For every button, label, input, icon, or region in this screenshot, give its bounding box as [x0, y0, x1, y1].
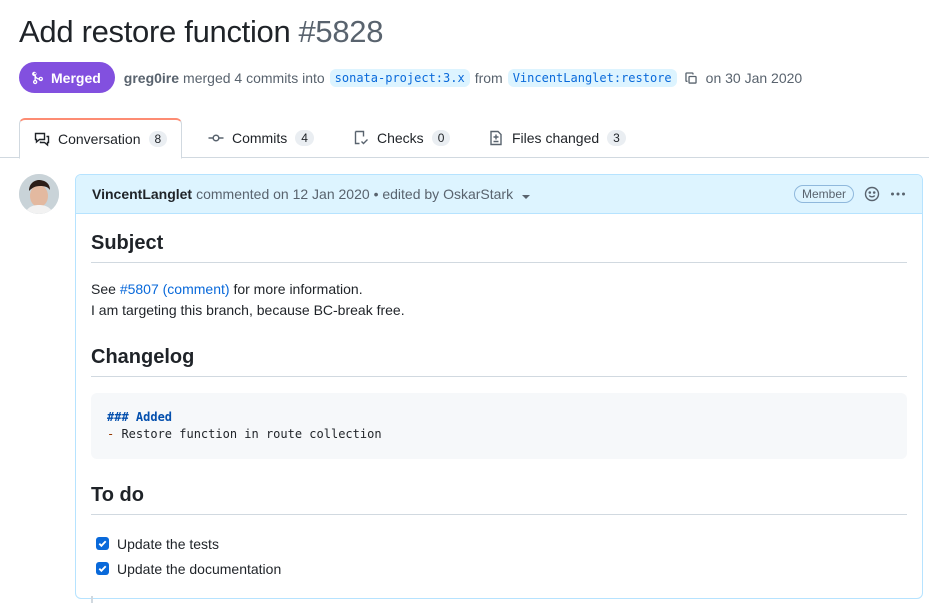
edited-by-dropdown[interactable]: • edited by OskarStark — [374, 186, 531, 202]
pr-tabs: Conversation 8 Commits 4 Checks 0 Files … — [0, 118, 929, 159]
head-branch-link[interactable]: VincentLanglet:restore — [507, 68, 677, 87]
file-diff-icon — [490, 130, 502, 146]
branch-reason-text: I am targeting this branch, because BC-b… — [91, 302, 405, 318]
edited-by-text: • edited by OskarStark — [373, 186, 514, 202]
checkmark-icon — [98, 540, 107, 548]
see-paragraph: See #5807 (comment) for more information… — [91, 279, 907, 321]
task-checkbox[interactable] — [96, 562, 109, 575]
tab-conversation-count: 8 — [148, 131, 168, 147]
base-branch-link[interactable]: sonata-project:3.x — [329, 68, 470, 87]
checklist-icon — [354, 130, 368, 145]
copy-icon[interactable] — [684, 71, 698, 85]
pr-title-text: Add restore function — [19, 14, 291, 49]
tab-checks-count: 0 — [431, 130, 451, 146]
pr-meta: Merged greg0ire merged 4 commits into so… — [19, 62, 802, 93]
tab-commits-count: 4 — [295, 130, 314, 146]
issue-link[interactable]: #5807 — [120, 281, 159, 297]
todo-heading: To do — [91, 484, 907, 515]
task-item: Update the documentation — [91, 556, 907, 581]
merger-link[interactable]: greg0ire — [124, 70, 179, 86]
smiley-icon[interactable] — [864, 186, 880, 202]
pr-title: Add restore function #5828 — [19, 14, 383, 50]
avatar[interactable] — [19, 174, 59, 214]
tab-checks[interactable]: Checks 0 — [353, 118, 451, 158]
subject-heading: Subject — [91, 232, 907, 263]
chevron-down-icon — [522, 195, 531, 199]
more-info-text: for more information. — [233, 281, 363, 297]
tab-files-changed-count: 3 — [607, 130, 626, 146]
git-commit-icon — [208, 134, 224, 142]
comment-body: Subject See #5807 (comment) for more inf… — [76, 232, 922, 581]
comment-header-actions: Member — [793, 185, 906, 203]
tab-commits-label: Commits — [232, 130, 288, 146]
comment-author-link[interactable]: VincentLanglet — [92, 186, 192, 202]
merged-status-badge: Merged — [19, 62, 115, 93]
changelog-code-block: ### Added - Restore function in route co… — [91, 393, 907, 459]
code-line-item: - Restore function in route collection — [107, 426, 891, 443]
tab-commits[interactable]: Commits 4 — [208, 118, 314, 158]
member-badge: Member — [793, 185, 854, 203]
avatar-image — [19, 174, 59, 214]
kebab-horizontal-icon[interactable] — [890, 186, 906, 202]
merged-label: Merged — [51, 69, 101, 86]
comment-header: VincentLanglet commented on 12 Jan 2020 … — [76, 175, 922, 214]
tab-files-changed[interactable]: Files changed 3 — [488, 118, 626, 158]
checkmark-icon — [98, 565, 107, 573]
code-line-text: Restore function in route collection — [114, 427, 382, 441]
task-list: Update the tests Update the documentatio… — [91, 531, 907, 581]
tab-files-changed-label: Files changed — [512, 130, 600, 146]
task-checkbox[interactable] — [96, 537, 109, 550]
comment-timestamp[interactable]: commented on 12 Jan 2020 — [196, 186, 370, 202]
from-text: from — [474, 69, 503, 86]
task-label: Update the documentation — [117, 560, 282, 577]
see-text: See — [91, 281, 116, 297]
tab-conversation-label: Conversation — [58, 131, 141, 147]
merge-date: on 30 Jan 2020 — [705, 69, 803, 86]
changelog-heading: Changelog — [91, 346, 907, 377]
task-label: Update the tests — [117, 535, 219, 552]
task-item: Update the tests — [91, 531, 907, 556]
comment-box: VincentLanglet commented on 12 Jan 2020 … — [75, 174, 923, 599]
git-merge-icon — [32, 71, 43, 84]
comment-discussion-icon — [34, 132, 50, 147]
comment-link[interactable]: (comment) — [163, 281, 230, 297]
tab-conversation[interactable]: Conversation 8 — [19, 118, 183, 159]
timeline-line — [91, 596, 93, 603]
code-line-added: ### Added — [107, 410, 173, 424]
tab-checks-label: Checks — [377, 130, 424, 146]
merge-text: merged 4 commits into — [183, 69, 325, 86]
pr-number: #5828 — [298, 14, 384, 49]
